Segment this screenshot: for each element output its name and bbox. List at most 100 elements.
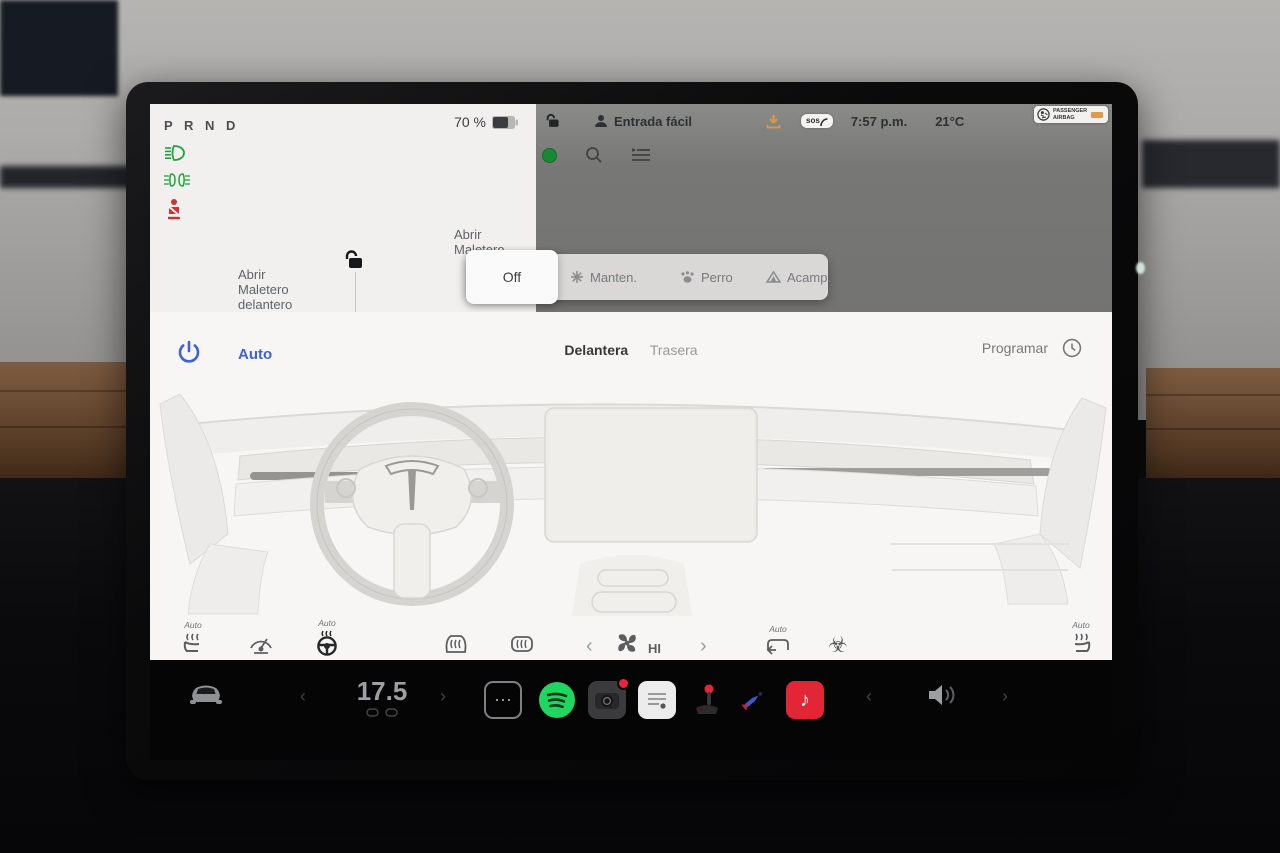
clock-time: 7:57 p.m. (851, 114, 907, 129)
keep-mode-off[interactable]: Off (466, 250, 558, 304)
radio-app[interactable] (638, 681, 676, 719)
keep-mode-keep[interactable]: Manten. (570, 254, 637, 300)
keep-mode-keep-label: Manten. (590, 270, 637, 285)
zone-tabs: Delantera Trasera (150, 342, 1112, 358)
front-defrost-icon (442, 632, 470, 656)
joystick-icon (692, 684, 722, 716)
ellipsis-icon: ⋯ (494, 690, 512, 711)
wood-dashboard-right (1146, 368, 1280, 478)
tesla-touchscreen: P R N D 70 % (150, 104, 1112, 760)
toybox-app[interactable] (734, 681, 772, 719)
unlocked-padlock-icon[interactable] (342, 250, 364, 270)
chevron-right-icon: › (700, 636, 707, 656)
bioweapon-defense-mode[interactable]: ☣ (828, 604, 848, 656)
driver-temp-value[interactable]: 17.5 (322, 676, 442, 707)
dog-paw-icon (680, 271, 695, 284)
temp-down-chevron[interactable]: ‹ (300, 686, 306, 707)
car-icon (186, 680, 226, 706)
fan-speed-down[interactable]: ‹ (586, 604, 593, 656)
wood-dashboard-left (0, 362, 130, 480)
music-app[interactable]: ♪ (786, 681, 824, 719)
unlocked-icon[interactable] (544, 113, 560, 129)
spotify-source-dot[interactable] (542, 148, 557, 163)
gear-indicator: P R N D (164, 118, 239, 133)
airbag-label: PASSENGER AIRBAG (1053, 108, 1087, 121)
telltale-column (164, 144, 190, 220)
keep-climate-popup: Off Manten. Perro Acamp. (466, 250, 828, 302)
volume-button[interactable] (926, 682, 956, 713)
bottom-taskbar: ‹ 17.5 › ⋯ (150, 660, 1112, 760)
playlist-queue-icon[interactable] (631, 147, 651, 163)
background-dark-object (0, 0, 118, 96)
biohazard-icon: ☣ (828, 634, 848, 656)
outside-temp: 21°C (935, 114, 964, 129)
sos-phone-icon (820, 118, 828, 127)
keep-mode-dog[interactable]: Perro (680, 254, 733, 300)
climate-panel: Auto Delantera Trasera Programar (150, 312, 1112, 660)
app-launcher-button[interactable]: ⋯ (484, 681, 522, 719)
entry-mode-label: Entrada fácil (614, 114, 692, 129)
battery-icon (492, 116, 518, 129)
volume-up-chevron[interactable]: › (1002, 686, 1008, 707)
tab-rear-seats[interactable]: Trasera (650, 342, 698, 358)
car-controls-button[interactable] (186, 680, 226, 706)
battery-percent: 70 % (454, 114, 486, 130)
steering-wheel-heater[interactable]: Auto (314, 604, 340, 656)
arcade-app[interactable] (688, 681, 726, 719)
fan-level: HI (648, 604, 661, 656)
frunk-leader-line (355, 272, 356, 316)
sos-label: SOS (806, 115, 820, 126)
radio-icon (645, 688, 669, 712)
seat-heater-right-auto: Auto (1072, 620, 1090, 630)
recirculation[interactable]: Auto (764, 604, 792, 656)
dart-icon (738, 685, 768, 715)
camp-tent-icon (766, 271, 781, 283)
steering-heater-auto: Auto (318, 618, 336, 628)
front-defrost[interactable] (442, 604, 470, 656)
recirculation-icon (764, 636, 792, 656)
fan-speed-up[interactable]: › (700, 604, 707, 656)
battery-indicator[interactable]: 70 % (454, 114, 518, 130)
status-bar: Entrada fácil SOS 7:57 p.m. 21°C (536, 108, 1112, 134)
seat-heater-right-icon (1068, 632, 1094, 656)
tab-front-seats[interactable]: Delantera (564, 342, 628, 358)
airbag-status-indicator (1091, 112, 1103, 118)
photo-of-tesla-screen: P R N D 70 % (0, 0, 1280, 853)
recirculation-auto: Auto (769, 624, 787, 634)
sos-badge[interactable]: SOS (801, 114, 833, 127)
seat-heater-left-icon (180, 632, 206, 656)
parking-lights-icon (164, 172, 190, 188)
wiper-heater[interactable] (248, 604, 274, 656)
seatbelt-warning-icon (164, 198, 184, 220)
seat-heater-right[interactable]: Auto (1068, 604, 1094, 656)
spotify-icon (538, 681, 576, 719)
temp-up-chevron[interactable]: › (440, 686, 446, 707)
fan-level-value: HI (648, 641, 661, 656)
spotify-app[interactable] (538, 681, 576, 719)
schedule-label[interactable]: Programar (982, 340, 1048, 356)
seat-heater-left-auto: Auto (184, 620, 202, 630)
temp-split-left-icon (366, 708, 379, 717)
airbag-icon (1037, 108, 1050, 121)
driver-profile[interactable]: Entrada fácil (594, 114, 692, 129)
bezel-led-reflection (1136, 262, 1145, 274)
keep-mode-camp[interactable]: Acamp. (766, 254, 831, 300)
dashcam-app[interactable] (588, 681, 626, 719)
temp-split-right-icon (385, 708, 398, 717)
dashcam-icon (595, 690, 619, 710)
seat-heater-left[interactable]: Auto (180, 604, 206, 656)
rear-defrost[interactable] (508, 604, 536, 656)
open-frunk-label[interactable]: Abrir Maletero delantero (238, 268, 292, 313)
schedule-clock-icon[interactable] (1062, 338, 1082, 358)
wiper-heater-icon (248, 632, 274, 656)
keep-mode-dog-label: Perro (701, 270, 733, 285)
keep-mode-camp-label: Acamp. (787, 270, 831, 285)
chevron-left-icon: ‹ (586, 636, 593, 656)
fan-icon (614, 630, 640, 656)
software-update-icon[interactable] (766, 114, 781, 129)
search-icon[interactable] (585, 146, 603, 164)
music-note-icon: ♪ (800, 689, 810, 712)
fan-icon-wrap (614, 604, 640, 656)
keep-climate-icon (570, 270, 584, 284)
volume-down-chevron[interactable]: ‹ (866, 686, 872, 707)
